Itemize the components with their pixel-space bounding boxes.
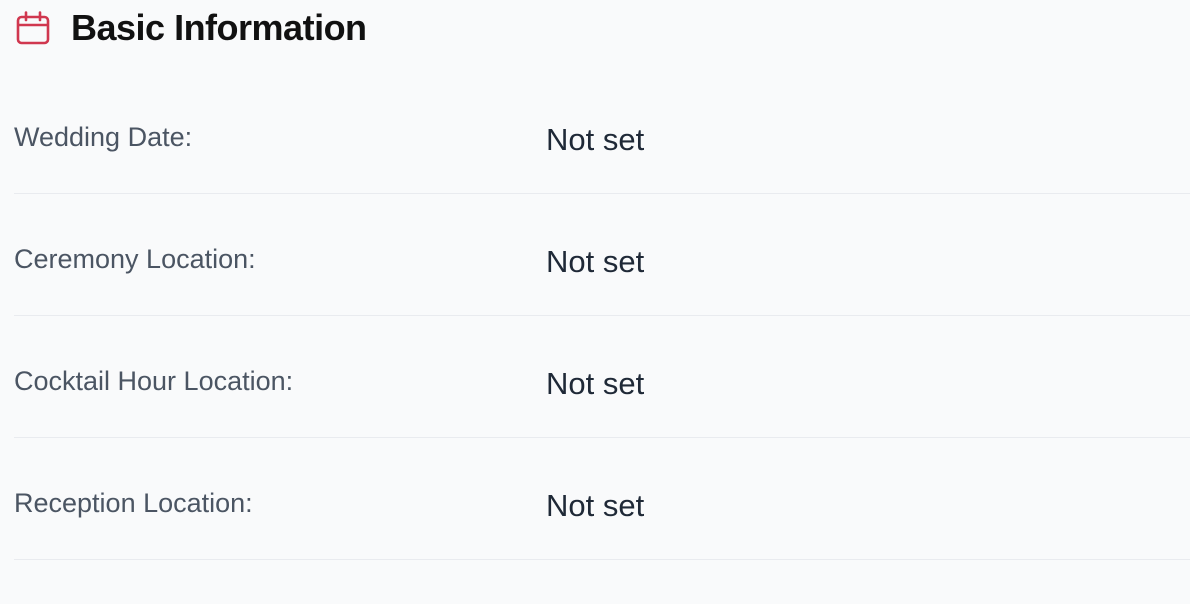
calendar-icon — [15, 10, 51, 46]
info-row-cocktail-hour-location: Cocktail Hour Location: Not set — [14, 316, 1190, 438]
info-list: Wedding Date: Not set Ceremony Location:… — [14, 72, 1190, 560]
basic-information-panel: Basic Information Wedding Date: Not set … — [0, 0, 1190, 604]
cocktail-hour-location-value: Not set — [546, 366, 645, 401]
cocktail-hour-location-label: Cocktail Hour Location: — [14, 366, 294, 396]
reception-location-label: Reception Location: — [14, 488, 253, 518]
wedding-date-label: Wedding Date: — [14, 122, 193, 152]
info-row-reception-location: Reception Location: Not set — [14, 438, 1190, 560]
ceremony-location-value: Not set — [546, 244, 645, 279]
section-title: Basic Information — [71, 7, 367, 48]
section-header: Basic Information — [14, 0, 1190, 56]
wedding-date-value: Not set — [546, 122, 645, 157]
info-row-wedding-date: Wedding Date: Not set — [14, 72, 1190, 194]
reception-location-value: Not set — [546, 488, 645, 523]
info-row-ceremony-location: Ceremony Location: Not set — [14, 194, 1190, 316]
ceremony-location-label: Ceremony Location: — [14, 244, 256, 274]
